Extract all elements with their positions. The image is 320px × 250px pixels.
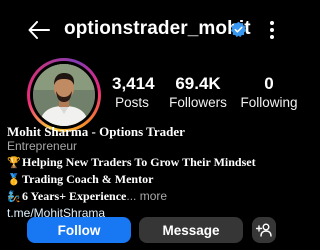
genie-icon: 🧞 <box>7 190 21 203</box>
followers-stat[interactable]: 69.4K Followers <box>168 74 228 112</box>
bio-line-text: Helping New Traders To Grow Their Mindse… <box>22 155 256 169</box>
trophy-icon: 🏆 <box>7 156 21 169</box>
followers-label: Followers <box>169 95 227 110</box>
avatar-gap <box>30 61 98 129</box>
bio-line-text: 6 Years+ Experience <box>22 189 127 203</box>
verified-badge-icon <box>230 21 247 38</box>
arrow-left-icon[interactable] <box>28 21 50 39</box>
more-vertical-icon[interactable] <box>262 18 282 42</box>
message-button[interactable]: Message <box>139 217 243 243</box>
profile-photo <box>33 64 95 126</box>
suggest-user-button[interactable] <box>252 217 276 243</box>
bio-line: 🧞6 Years+ Experience... more <box>7 188 297 205</box>
followers-count: 69.4K <box>175 74 221 93</box>
add-user-icon <box>256 223 272 237</box>
top-bar: optionstrader_mohit <box>0 0 300 58</box>
posts-count: 3,414 <box>112 74 155 93</box>
display-name: Mohit Sharma - Options Trader <box>7 124 185 139</box>
bio-line: 🏆Helping New Traders To Grow Their Minds… <box>7 154 297 171</box>
bio-line-text: Trading Coach & Mentor <box>22 172 154 186</box>
following-stat[interactable]: 0 Following <box>239 74 299 112</box>
story-ring[interactable] <box>27 58 101 132</box>
avatar <box>33 64 95 126</box>
following-label: Following <box>240 95 298 110</box>
medal-icon: 🥇 <box>7 173 21 186</box>
profile-bio: Mohit Sharma - Options Trader Entreprene… <box>7 124 297 221</box>
follow-button[interactable]: Follow <box>27 217 131 243</box>
profile-username: optionstrader_mohit <box>64 18 251 39</box>
following-count: 0 <box>264 74 274 93</box>
more-link[interactable]: ... more <box>126 189 167 203</box>
profile-category: Entrepreneur <box>7 139 78 153</box>
posts-stat[interactable]: 3,414 Posts <box>112 74 155 112</box>
bio-line: 🥇Trading Coach & Mentor <box>7 171 297 188</box>
posts-label: Posts <box>115 95 149 110</box>
